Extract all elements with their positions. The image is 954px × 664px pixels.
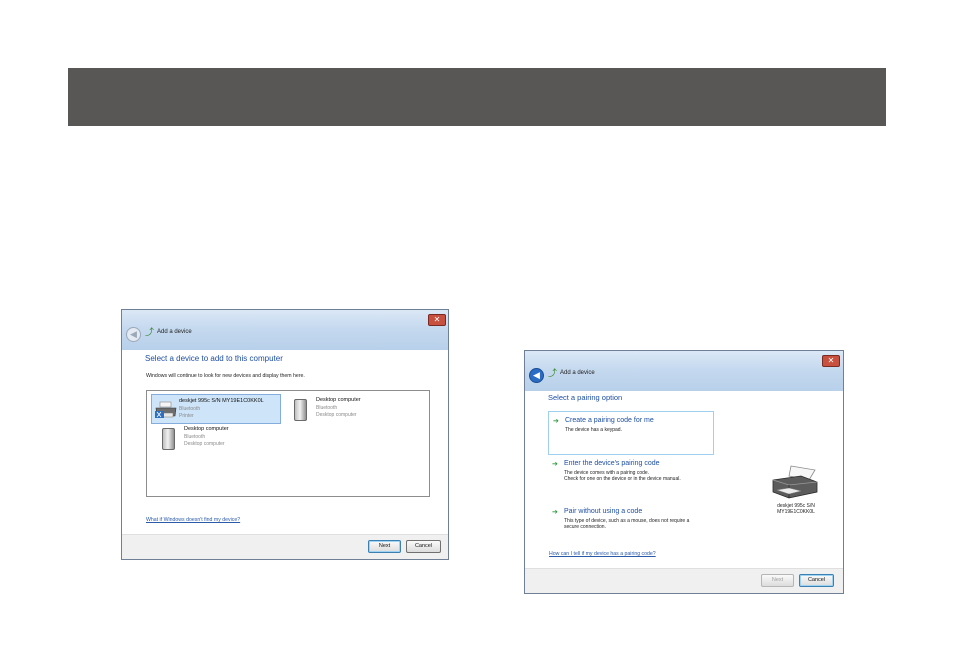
device-item-computer[interactable]: Desktop computer Bluetooth Desktop compu… — [289, 394, 419, 424]
close-button[interactable]: ✕ — [822, 355, 840, 367]
device-type: Bluetooth — [316, 405, 338, 411]
device-name: Desktop computer — [184, 426, 229, 432]
device-type: Bluetooth — [179, 406, 201, 412]
close-button[interactable]: ✕ — [428, 314, 446, 326]
cancel-button[interactable]: Cancel — [406, 540, 441, 553]
option-title: Pair without using a code — [564, 508, 643, 515]
device-caption: deskjet 995c S/N MY19E1C0KK0L — [766, 503, 826, 515]
device-list[interactable]: deskjet 995c S/N MY19E1C0KK0L Bluetooth … — [146, 390, 430, 497]
green-arrow-icon: ➔ — [552, 509, 558, 516]
cancel-button[interactable]: Cancel — [799, 574, 834, 587]
dialog-content: Select a pairing option ➔ Create a pairi… — [526, 391, 842, 569]
device-name: deskjet 995c S/N MY19E1C0KK0L — [179, 398, 264, 404]
option-title: Enter the device's pairing code — [564, 460, 660, 467]
green-arrow-icon: ➔ — [553, 418, 559, 425]
dialog-content: Select a device to add to this computer … — [123, 350, 447, 535]
printer-icon — [772, 465, 818, 499]
device-category: Desktop computer — [184, 441, 225, 447]
back-button[interactable]: ◀ — [529, 368, 544, 383]
device-category: Desktop computer — [316, 412, 357, 418]
add-device-icon: ⤴ — [145, 327, 155, 337]
option-description-line2: Check for one on the device or in the de… — [564, 476, 681, 482]
device-category: Printer — [179, 413, 194, 419]
instruction-text: Windows will continue to look for new de… — [146, 373, 305, 379]
option-title: Create a pairing code for me — [565, 417, 654, 424]
window-title: Add a device — [157, 329, 192, 335]
device-name: Desktop computer — [316, 397, 361, 403]
device-item-printer[interactable]: deskjet 995c S/N MY19E1C0KK0L Bluetooth … — [151, 394, 281, 424]
header-banner — [68, 68, 886, 126]
add-device-icon: ⤴ — [548, 368, 558, 378]
device-item-computer[interactable]: Desktop computer Bluetooth Desktop compu… — [157, 423, 287, 453]
computer-icon — [294, 399, 307, 421]
page-heading: Select a device to add to this computer — [145, 354, 283, 363]
device-type: Bluetooth — [184, 434, 206, 440]
window-title: Add a device — [560, 370, 595, 376]
computer-icon — [162, 428, 175, 450]
help-link[interactable]: What if Windows doesn't find my device? — [146, 517, 240, 523]
help-link[interactable]: How can I tell if my device has a pairin… — [549, 551, 656, 557]
add-device-dialog-pairing-option: ✕ ◀ ⤴ Add a device Select a pairing opti… — [524, 350, 844, 594]
page-heading: Select a pairing option — [548, 393, 623, 402]
printer-icon — [155, 401, 177, 418]
title-bar: ✕ ◀ ⤴ Add a device — [122, 310, 448, 350]
option-description-line2: secure connection. — [564, 524, 606, 530]
title-bar: ✕ ◀ ⤴ Add a device — [525, 351, 843, 391]
next-button[interactable]: Next — [368, 540, 401, 553]
dialog-footer: Next Cancel — [122, 534, 448, 559]
dialog-footer: Next Cancel — [525, 568, 843, 593]
option-enter-pairing-code[interactable]: ➔ Enter the device's pairing code The de… — [548, 455, 714, 491]
option-pair-without-code[interactable]: ➔ Pair without using a code This type of… — [548, 503, 714, 539]
option-description: The device has a keypad. — [565, 427, 622, 433]
green-arrow-icon: ➔ — [552, 461, 558, 468]
next-button[interactable]: Next — [761, 574, 794, 587]
device-caption-line2: MY19E1C0KK0L — [777, 509, 815, 515]
option-create-pairing-code[interactable]: ➔ Create a pairing code for me The devic… — [548, 411, 714, 455]
back-button[interactable]: ◀ — [126, 327, 141, 342]
add-device-dialog-select-device: ✕ ◀ ⤴ Add a device Select a device to ad… — [121, 309, 449, 560]
